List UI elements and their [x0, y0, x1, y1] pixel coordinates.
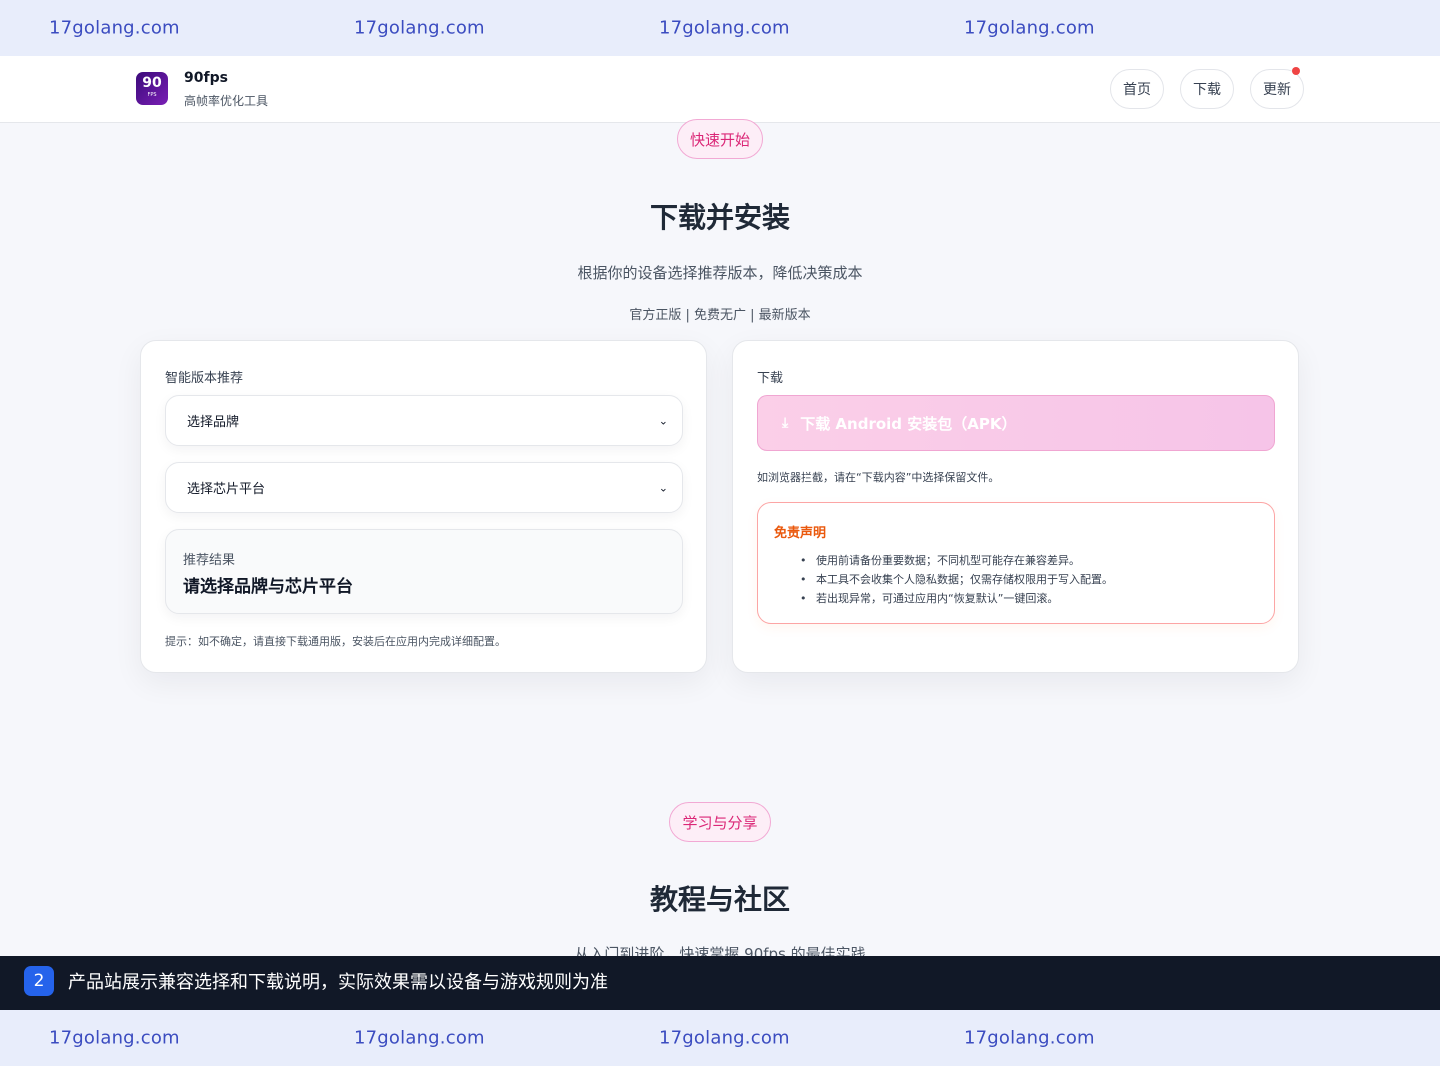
- section-title-community: 教程与社区: [649, 883, 790, 916]
- watermark-bar-top: 17golang.com 17golang.com 17golang.com 1…: [0, 0, 1440, 56]
- recommend-result-box: 推荐结果 请选择品牌与芯片平台: [165, 529, 683, 614]
- watermark-text: 17golang.com: [49, 17, 180, 39]
- disclaimer-item: 本工具不会收集个人隐私数据；仅需存储权限用于写入配置。: [774, 570, 1113, 589]
- watermark-bar-bottom: 17golang.com 17golang.com 17golang.com 1…: [0, 1010, 1440, 1066]
- result-value: 请选择品牌与芯片平台: [183, 577, 353, 597]
- disclaimer-item: 若出现异常，可通过应用内“恢复默认”一键回滚。: [774, 589, 1113, 608]
- nav-home-button[interactable]: 首页: [1110, 69, 1164, 109]
- app-logo-icon[interactable]: 90 FPS: [136, 72, 168, 105]
- section-subtitle-download: 根据你的设备选择推荐版本，降低决策成本: [577, 264, 863, 282]
- watermark-text: 17golang.com: [354, 1027, 485, 1049]
- watermark-text: 17golang.com: [659, 17, 790, 39]
- watermark-text: 17golang.com: [49, 1027, 180, 1049]
- brand-select-value: 选择品牌: [187, 415, 240, 430]
- brand-name[interactable]: 90fps: [184, 70, 228, 86]
- info-banner: 2 产品站展示兼容选择和下载说明，实际效果需以设备与游戏规则为准: [0, 956, 1440, 1010]
- chevron-down-icon: ⌄: [658, 414, 668, 427]
- section-meta: 官方正版 | 免费无广 | 最新版本: [629, 308, 811, 323]
- chip-select-value: 选择芯片平台: [187, 482, 266, 497]
- card-label: 下载: [757, 371, 784, 386]
- download-note: 如浏览器拦截，请在“下载内容”中选择保留文件。: [757, 471, 1000, 484]
- banner-text: 产品站展示兼容选择和下载说明，实际效果需以设备与游戏规则为准: [68, 972, 608, 993]
- section-title-download: 下载并安装: [649, 201, 790, 234]
- site-header: 90 FPS 90fps 高帧率优化工具 首页 下载 更新: [0, 56, 1440, 123]
- disclaimer-title: 免责声明: [774, 526, 827, 541]
- nav-download-button[interactable]: 下载: [1180, 69, 1234, 109]
- disclaimer-item: 使用前请备份重要数据；不同机型可能存在兼容差异。: [774, 551, 1113, 570]
- brand-tagline: 高帧率优化工具: [184, 94, 269, 108]
- watermark-text: 17golang.com: [964, 17, 1095, 39]
- download-card: 下载 ⤓ 下载 Android 安装包（APK） 如浏览器拦截，请在“下载内容”…: [732, 340, 1299, 673]
- disclaimer-box: 免责声明 使用前请备份重要数据；不同机型可能存在兼容差异。 本工具不会收集个人隐…: [757, 502, 1275, 624]
- hint-text: 提示：如不确定，请直接下载通用版，安装后在应用内完成详细配置。: [165, 635, 506, 648]
- watermark-text: 17golang.com: [659, 1027, 790, 1049]
- result-label: 推荐结果: [183, 553, 236, 568]
- watermark-text: 17golang.com: [354, 17, 485, 39]
- download-apk-button[interactable]: ⤓ 下载 Android 安装包（APK）: [757, 395, 1275, 451]
- chip-platform-select[interactable]: 选择芯片平台 ⌄: [165, 462, 683, 513]
- chevron-down-icon: ⌄: [658, 481, 668, 494]
- watermark-text: 17golang.com: [964, 1027, 1095, 1049]
- nav-update-label: 更新: [1263, 82, 1291, 98]
- nav-update-button[interactable]: 更新: [1250, 67, 1304, 109]
- notification-dot-icon: [1292, 67, 1300, 75]
- banner-step-badge: 2: [24, 966, 54, 996]
- section-pill-quickstart: 快速开始: [677, 119, 763, 159]
- version-recommend-card: 智能版本推荐 选择品牌 ⌄ 选择芯片平台 ⌄ 推荐结果 请选择品牌与芯片平台 提…: [140, 340, 707, 673]
- disclaimer-list: 使用前请备份重要数据；不同机型可能存在兼容差异。 本工具不会收集个人隐私数据；仅…: [774, 551, 1113, 608]
- section-pill-community: 学习与分享: [669, 802, 771, 842]
- card-label: 智能版本推荐: [165, 371, 244, 386]
- download-icon: ⤓: [782, 415, 789, 431]
- download-button-label: 下载 Android 安装包（APK）: [800, 414, 1017, 433]
- brand-select[interactable]: 选择品牌 ⌄: [165, 395, 683, 446]
